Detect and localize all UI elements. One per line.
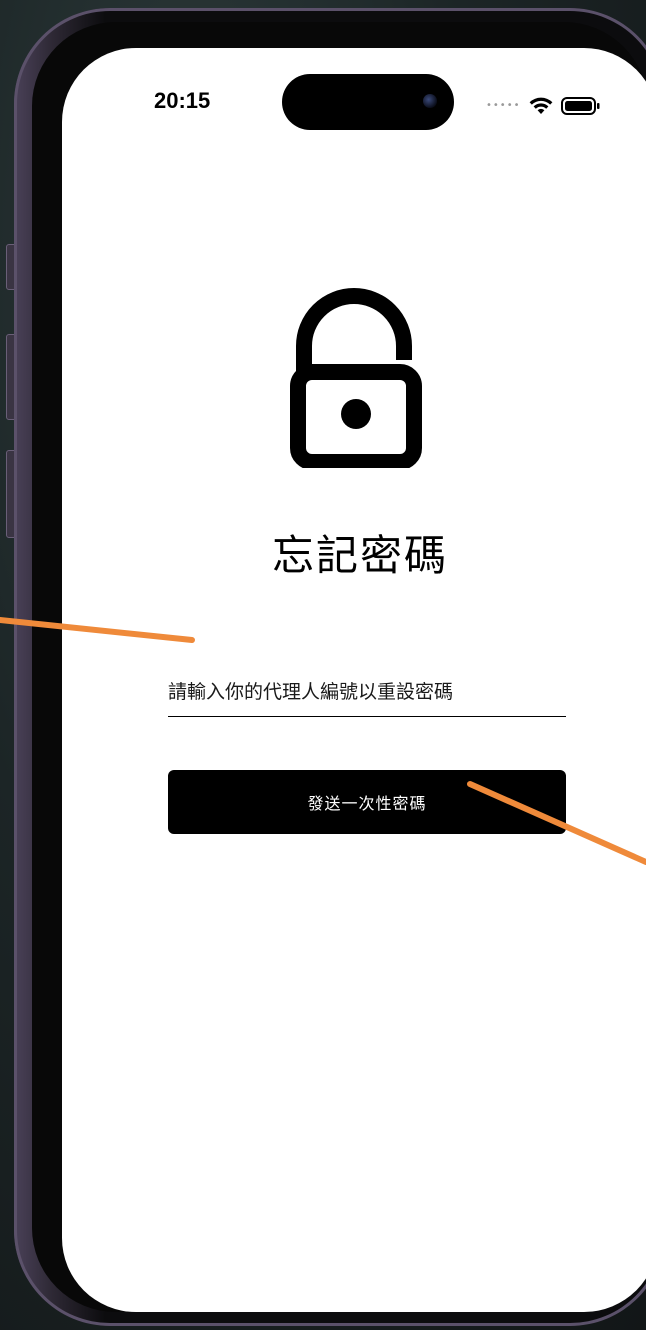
phone-frame: 20:15 ••••• 忘記密碼 請輸入你的代理人編號以重設密碼 發送一次性密碼 — [14, 8, 646, 1326]
dynamic-island — [282, 74, 454, 130]
send-otp-button[interactable]: 發送一次性密碼 — [168, 770, 566, 834]
status-indicators: ••••• — [486, 96, 601, 116]
status-time: 20:15 — [154, 88, 211, 113]
cellular-signal-icon: ••••• — [486, 100, 521, 111]
unlock-icon — [290, 288, 422, 468]
agent-id-input[interactable] — [168, 672, 566, 712]
page-title: 忘記密碼 — [271, 531, 448, 580]
front-camera — [423, 94, 437, 108]
wifi-icon — [529, 97, 552, 114]
phone-screen: 20:15 ••••• 忘記密碼 請輸入你的代理人編號以重設密碼 發送一次性密碼 — [62, 48, 646, 1312]
phone-bezel: 20:15 ••••• 忘記密碼 請輸入你的代理人編號以重設密碼 發送一次性密碼 — [32, 22, 646, 1312]
battery-icon — [560, 97, 599, 115]
agent-id-field — [168, 672, 566, 717]
